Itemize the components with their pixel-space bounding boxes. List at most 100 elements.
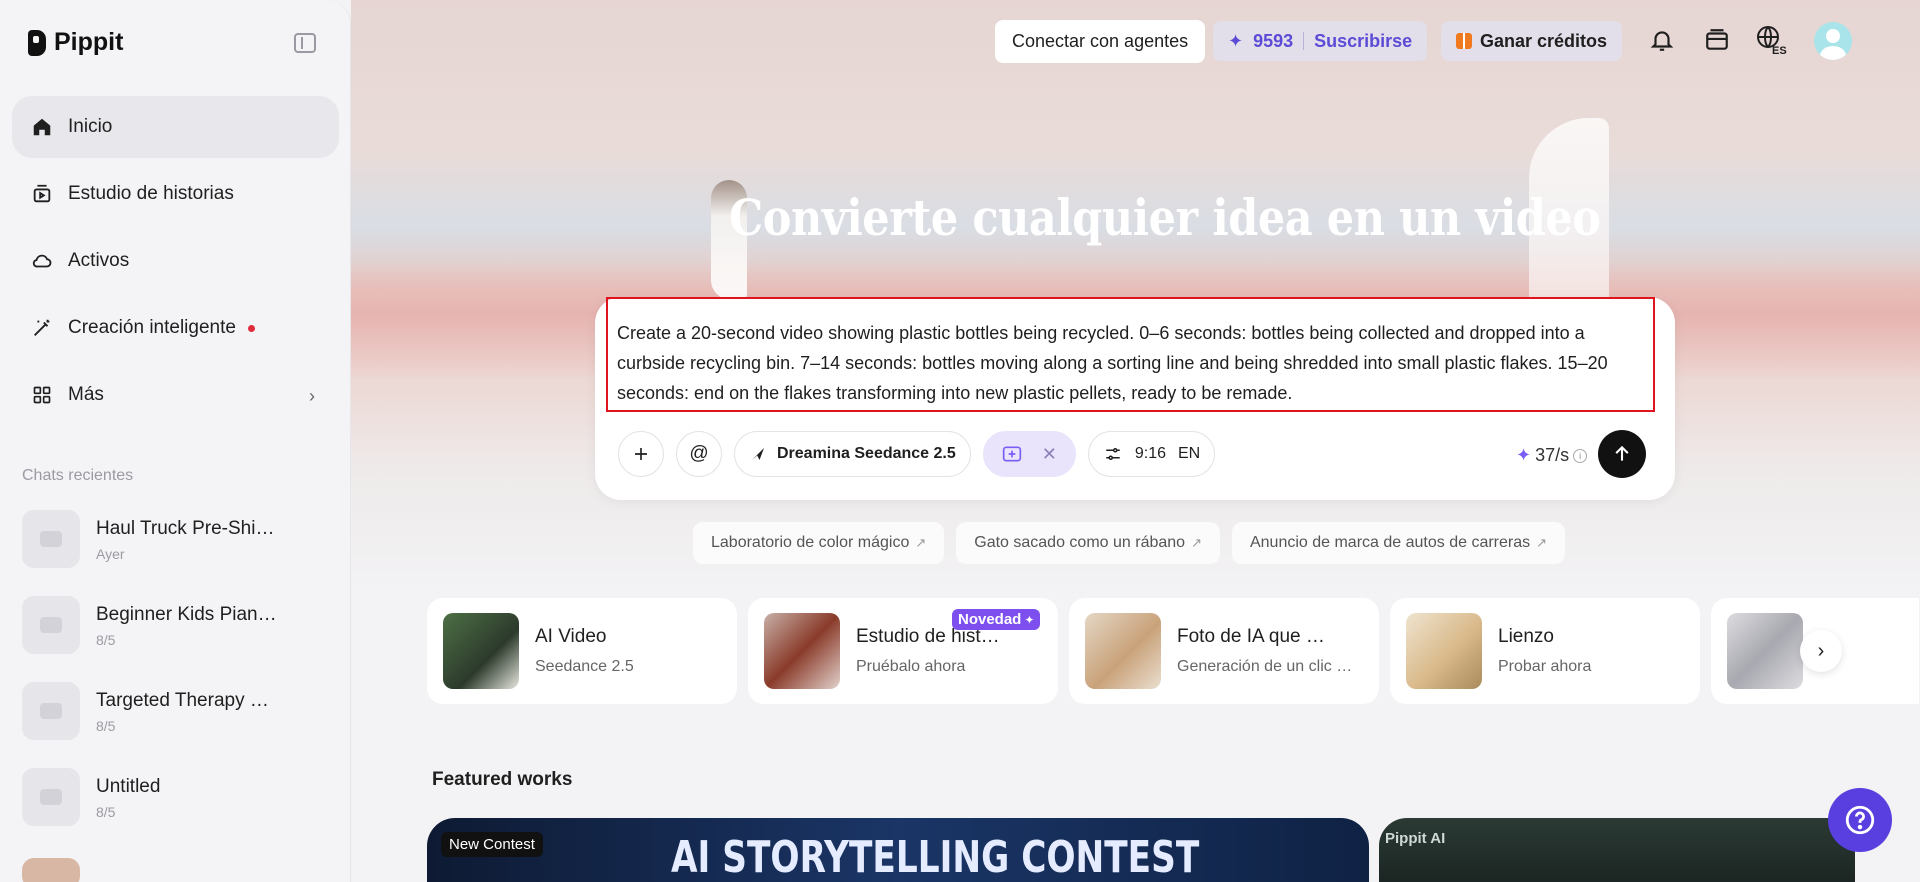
chat-icon [22, 596, 80, 654]
chat-date: 8/5 [96, 804, 116, 820]
model-icon [752, 448, 764, 460]
card-title: AI Video [535, 626, 607, 647]
credits-badge[interactable]: ✦ 9593 Suscribirse [1213, 21, 1428, 61]
suggestion-chip[interactable]: Gato sacado como un rábano ↗ [956, 522, 1220, 564]
chat-date: 8/5 [96, 718, 116, 734]
pippit-watermark: Pippit AI [1385, 830, 1446, 847]
app-logo[interactable]: Pippit [28, 28, 123, 57]
chat-thumbnail[interactable] [22, 858, 80, 882]
sparkle-icon: ✦ [1228, 30, 1244, 51]
sidebar-item-activos[interactable]: Activos [12, 230, 339, 292]
sidebar-item-mas[interactable]: Más › [12, 364, 339, 426]
sidebar-collapse-icon[interactable] [294, 33, 316, 53]
suggestion-chips: Laboratorio de color mágico ↗ Gato sacado… [693, 522, 1566, 564]
chat-title: Targeted Therapy … [96, 690, 269, 711]
sliders-icon [1106, 448, 1120, 460]
cost-value: 37/s [1535, 445, 1570, 465]
mention-button[interactable]: @ [676, 431, 722, 477]
chat-title: Untitled [96, 776, 161, 797]
sidebar-item-label: Activos [68, 250, 130, 271]
recent-chats-list: Haul Truck Pre-Shi… Ayer Beginner Kids P… [22, 510, 322, 854]
chevron-right-icon: › [309, 386, 315, 406]
info-icon[interactable]: i [1573, 448, 1588, 463]
sidebar-item-creacion[interactable]: Creación inteligente [12, 297, 339, 359]
mention-symbol: @ [689, 443, 709, 464]
sidebar-item-label: Inicio [68, 116, 113, 137]
chat-icon [22, 510, 80, 568]
chat-title: Haul Truck Pre-Shi… [96, 518, 275, 539]
feature-card-ai-photo[interactable]: Foto de IA que … Generación de un clic … [1069, 598, 1379, 704]
sidebar-item-label: Creación inteligente [68, 317, 236, 338]
list-item[interactable]: Targeted Therapy … 8/5 [22, 682, 322, 768]
language-badge: ES [1772, 45, 1787, 56]
help-button[interactable] [1828, 788, 1892, 852]
feature-card-canvas[interactable]: Lienzo Probar ahora [1390, 598, 1700, 704]
aspect-ratio: 9:16 [1134, 445, 1166, 462]
video-mode-toggle[interactable]: ✕ [982, 431, 1076, 477]
avatar[interactable] [1814, 22, 1852, 60]
cost-indicator: ✦ 37/s i [1516, 445, 1588, 466]
model-selector[interactable]: Dreamina Seedance 2.5 [734, 431, 971, 477]
add-button[interactable] [618, 431, 664, 477]
card-subtitle: Seedance 2.5 [535, 658, 634, 675]
settings-selector[interactable]: 9:16 EN [1087, 431, 1216, 477]
feature-card-story-studio[interactable]: Estudio de hist… Pruébalo ahora Novedad ✦ [748, 598, 1058, 704]
magic-wand-icon [30, 316, 54, 340]
featured-contest-card[interactable]: New Contest AI STORYTELLING CONTEST [427, 818, 1369, 882]
divider [1303, 32, 1305, 50]
chat-title: Beginner Kids Pian… [96, 604, 277, 625]
prompt-input[interactable]: Create a 20-second video showing plastic… [606, 297, 1655, 412]
chat-date: Ayer [96, 546, 125, 562]
story-studio-icon [30, 182, 54, 206]
gift-icon [1456, 33, 1472, 49]
external-arrow-icon: ↗ [915, 535, 927, 550]
question-icon [1845, 805, 1875, 835]
sidebar: Pippit Inicio Estudio de historias Activ… [0, 0, 351, 882]
recent-chats-title: Chats recientes [22, 467, 134, 484]
suggestion-chip[interactable]: Anuncio de marca de autos de carreras ↗ [1231, 522, 1566, 564]
sparkle-icon: ✦ [1516, 445, 1532, 465]
feature-cards: AI Video Seedance 2.5 Estudio de hist… P… [427, 598, 1919, 704]
new-contest-badge: New Contest [441, 832, 543, 857]
close-icon[interactable]: ✕ [1042, 444, 1057, 465]
sidebar-item-estudio[interactable]: Estudio de historias [12, 163, 339, 225]
chat-icon [22, 682, 80, 740]
sidebar-item-label: Estudio de historias [68, 183, 234, 204]
card-subtitle: Generación de un clic … [1177, 658, 1353, 675]
chat-date: 8/5 [96, 632, 116, 648]
chevron-right-icon[interactable]: › [1800, 630, 1842, 672]
sidebar-item-inicio[interactable]: Inicio [12, 96, 339, 158]
new-badge: Novedad ✦ [952, 609, 1041, 630]
language-code: EN [1178, 445, 1201, 462]
earn-credits-label: Ganar créditos [1480, 30, 1608, 51]
list-item[interactable]: Beginner Kids Pian… 8/5 [22, 596, 322, 682]
card-thumbnail [1727, 613, 1803, 689]
video-mode-icon [1002, 446, 1021, 462]
connect-agents-button[interactable]: Conectar con agentes [995, 20, 1206, 63]
card-title: Foto de IA que … [1177, 626, 1325, 647]
sparkle-icon: ✦ [1024, 612, 1035, 627]
external-arrow-icon: ↗ [1536, 535, 1548, 550]
sidebar-nav: Inicio Estudio de historias Activos Crea… [12, 96, 339, 431]
language-globe-icon[interactable]: ES [1755, 24, 1787, 56]
featured-works-title: Featured works [432, 769, 573, 790]
suggestion-chip[interactable]: Laboratorio de color mágico ↗ [693, 522, 945, 564]
arrow-up-icon [1615, 445, 1629, 461]
grid-icon [30, 383, 54, 407]
external-arrow-icon: ↗ [1191, 535, 1202, 550]
main-area: Conectar con agentes ✦ 9593 Suscribirse … [351, 0, 1920, 882]
chat-icon [22, 768, 80, 826]
wallet-icon[interactable] [1701, 24, 1733, 56]
prompt-toolbar: @ Dreamina Seedance 2.5 ✕ 9:16 EN [618, 431, 1216, 477]
subscribe-button[interactable]: Suscribirse [1314, 31, 1412, 52]
featured-work-card[interactable]: Pippit AI [1379, 818, 1855, 882]
send-button[interactable] [1598, 430, 1646, 478]
sidebar-item-label: Más [68, 384, 104, 405]
cloud-icon [30, 249, 54, 273]
pippit-logo-icon [28, 29, 46, 56]
bell-icon[interactable] [1646, 24, 1678, 56]
list-item[interactable]: Haul Truck Pre-Shi… Ayer [22, 510, 322, 596]
feature-card-ai-video[interactable]: AI Video Seedance 2.5 [427, 598, 737, 704]
list-item[interactable]: Untitled 8/5 [22, 768, 322, 854]
earn-credits-button[interactable]: Ganar créditos [1441, 21, 1623, 61]
